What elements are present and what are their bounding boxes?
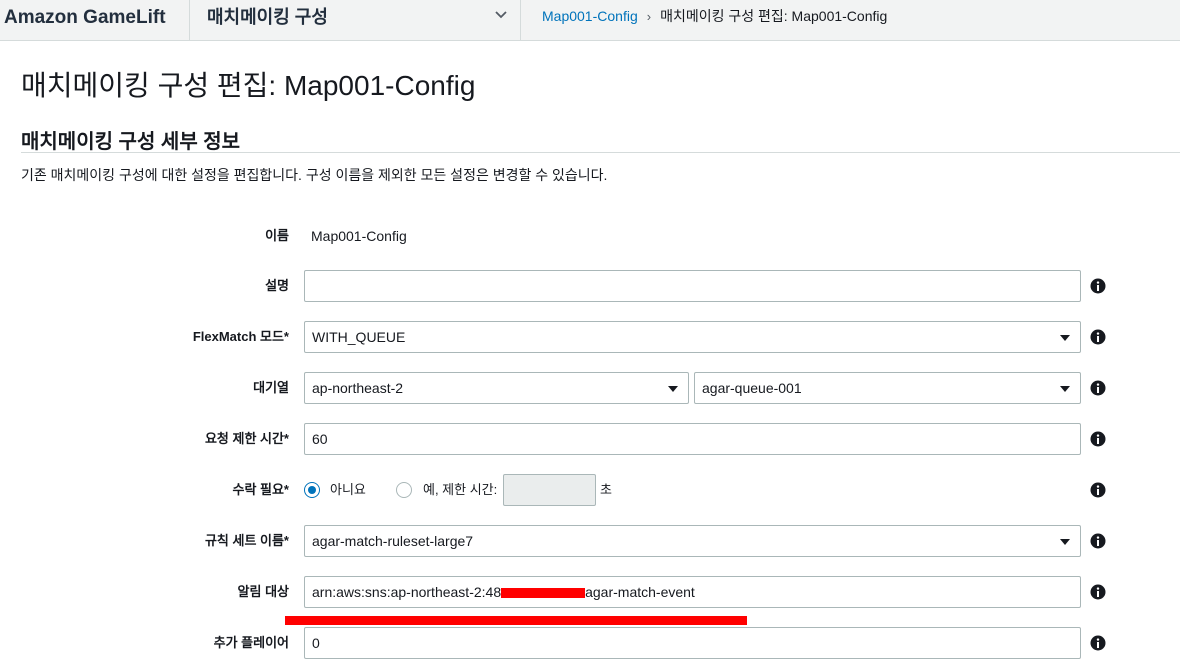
form-row-request-timeout: 요청 제한 시간* 60 xyxy=(0,423,1180,455)
page-title: 매치메이킹 구성 편집: Map001-Config xyxy=(21,70,476,101)
breadcrumb-separator: › xyxy=(646,9,652,24)
redaction-underline xyxy=(285,616,747,625)
queue-region-select[interactable]: ap-northeast-2 xyxy=(304,372,689,404)
breadcrumb-current: 매치메이킹 구성 편집: Map001-Config xyxy=(660,8,888,24)
brand-logo[interactable]: Amazon GameLift xyxy=(0,0,190,40)
acceptance-timeout-input[interactable] xyxy=(503,474,596,506)
form-row-queue: 대기열 ap-northeast-2 agar-queue-001 xyxy=(0,372,1180,404)
breadcrumb: Map001-Config › 매치메이킹 구성 편집: Map001-Config xyxy=(542,0,887,40)
info-icon[interactable] xyxy=(1090,635,1106,651)
acceptance-yes-radio[interactable] xyxy=(396,482,412,498)
info-icon[interactable] xyxy=(1090,584,1106,600)
acceptance-no-label[interactable]: 아니요 xyxy=(330,474,366,506)
top-navigation-bar: Amazon GameLift 매치메이킹 구성 Map001-Config › 매… xyxy=(0,0,1180,41)
service-menu-dropdown[interactable]: 매치메이킹 구성 xyxy=(191,0,521,40)
notification-target-label: 알림 대상 xyxy=(237,584,289,599)
info-icon[interactable] xyxy=(1090,482,1106,498)
form-row-flexmatch-mode: FlexMatch 모드* WITH_QUEUE xyxy=(0,321,1180,353)
notification-target-input[interactable]: arn:aws:sns:ap-northeast-2:48 agar-match-… xyxy=(304,576,1081,608)
form-row-name: 이름 Map001-Config xyxy=(0,220,1180,252)
form-row-rule-set: 규칙 세트 이름* agar-match-ruleset-large7 xyxy=(0,525,1180,557)
additional-players-input[interactable]: 0 xyxy=(304,627,1081,659)
section-title: 매치메이킹 구성 세부 정보 xyxy=(21,131,241,153)
breadcrumb-link-config[interactable]: Map001-Config xyxy=(542,8,638,24)
chevron-down-icon xyxy=(495,11,507,19)
section-description: 기존 매치메이킹 구성에 대한 설정을 편집합니다. 구성 이름을 제외한 모든… xyxy=(21,167,608,183)
caret-down-icon xyxy=(1060,539,1070,545)
flexmatch-mode-label: FlexMatch 모드* xyxy=(192,329,289,344)
name-label: 이름 xyxy=(265,228,289,243)
notification-target-suffix: agar-match-event xyxy=(585,584,695,600)
acceptance-timeout-unit: 초 xyxy=(600,482,612,497)
acceptance-yes-label[interactable]: 예, 제한 시간: xyxy=(423,474,497,506)
form-row-additional-players: 추가 플레이어 0 xyxy=(0,627,1180,659)
info-icon[interactable] xyxy=(1090,431,1106,447)
queue-region-value: ap-northeast-2 xyxy=(312,380,404,396)
description-label: 설명 xyxy=(265,278,289,293)
form-row-acceptance-required: 수락 필요* 아니요 예, 제한 시간: 초 xyxy=(0,474,1180,506)
caret-down-icon xyxy=(668,386,678,392)
rule-set-select[interactable]: agar-match-ruleset-large7 xyxy=(304,525,1081,557)
caret-down-icon xyxy=(1060,335,1070,341)
queue-label: 대기열 xyxy=(253,380,289,395)
rule-set-label: 규칙 세트 이름* xyxy=(204,533,289,548)
section-divider xyxy=(21,152,1180,153)
name-value: Map001-Config xyxy=(311,228,407,244)
rule-set-value: agar-match-ruleset-large7 xyxy=(312,533,474,549)
request-timeout-input[interactable]: 60 xyxy=(304,423,1081,455)
form-row-notification-target: 알림 대상 arn:aws:sns:ap-northeast-2:48 agar-… xyxy=(0,576,1180,608)
queue-name-select[interactable]: agar-queue-001 xyxy=(694,372,1081,404)
acceptance-no-radio[interactable] xyxy=(304,482,320,498)
info-icon[interactable] xyxy=(1090,278,1106,294)
acceptance-required-label: 수락 필요* xyxy=(232,482,289,497)
request-timeout-label: 요청 제한 시간* xyxy=(204,431,289,446)
queue-name-value: agar-queue-001 xyxy=(702,380,802,396)
flexmatch-mode-select[interactable]: WITH_QUEUE xyxy=(304,321,1081,353)
info-icon[interactable] xyxy=(1090,533,1106,549)
notification-target-prefix: arn:aws:sns:ap-northeast-2:48 xyxy=(312,584,502,600)
description-input[interactable] xyxy=(304,270,1081,302)
info-icon[interactable] xyxy=(1090,380,1106,396)
additional-players-label: 추가 플레이어 xyxy=(213,635,289,650)
caret-down-icon xyxy=(1060,386,1070,392)
form-row-description: 설명 xyxy=(0,270,1180,302)
redaction-mark xyxy=(501,588,586,599)
info-icon[interactable] xyxy=(1090,329,1106,345)
flexmatch-mode-value: WITH_QUEUE xyxy=(312,329,406,345)
service-menu-label: 매치메이킹 구성 xyxy=(207,7,328,27)
